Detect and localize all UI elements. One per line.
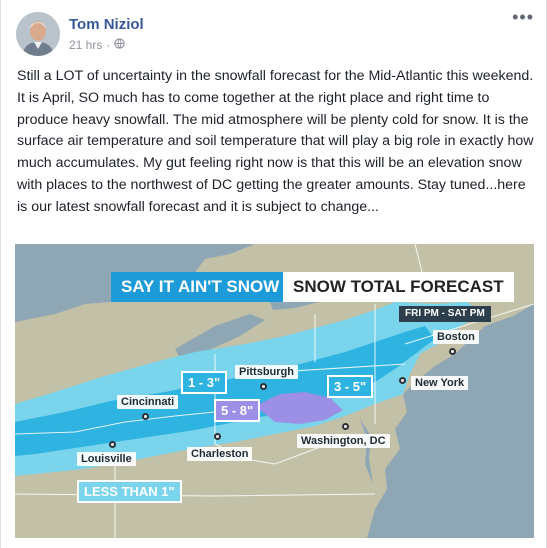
forecast-map-image[interactable]: SAY IT AIN'T SNOW SNOW TOTAL FORECAST FR… <box>15 244 534 538</box>
city-marker-cincinnati <box>142 413 149 420</box>
city-marker-new-york <box>399 377 406 384</box>
city-label-louisville: Louisville <box>77 452 136 466</box>
author-name[interactable]: Tom Niziol <box>69 16 144 33</box>
more-options-icon[interactable]: ••• <box>512 8 534 26</box>
map-time-range: FRI PM - SAT PM <box>399 306 491 322</box>
range-label-1-3: 1 - 3" <box>181 371 228 394</box>
globe-icon <box>114 38 126 52</box>
city-marker-pittsburgh <box>260 383 267 390</box>
city-label-cincinnati: Cincinnati <box>117 395 179 409</box>
meta-separator: · <box>106 38 111 52</box>
city-marker-louisville <box>109 441 116 448</box>
profile-photo <box>16 12 60 56</box>
city-label-washington: Washington, DC <box>297 434 390 448</box>
city-marker-charleston <box>214 433 221 440</box>
city-marker-boston <box>449 348 456 355</box>
city-label-new-york: New York <box>411 376 469 390</box>
city-label-boston: Boston <box>433 330 479 344</box>
city-marker-washington <box>342 423 349 430</box>
range-label-less-than-1: LESS THAN 1" <box>77 480 182 503</box>
map-title-left: SAY IT AIN'T SNOW <box>111 272 290 302</box>
avatar[interactable] <box>16 12 60 56</box>
range-label-3-5: 3 - 5" <box>327 375 374 398</box>
city-label-pittsburgh: Pittsburgh <box>235 365 298 379</box>
facebook-post: Tom Niziol 21 hrs · ••• Still a LOT of u… <box>0 0 547 548</box>
post-text: Still a LOT of uncertainty in the snowfa… <box>17 68 534 215</box>
range-label-5-8: 5 - 8" <box>214 399 261 422</box>
city-label-charleston: Charleston <box>187 447 253 461</box>
map-title-right: SNOW TOTAL FORECAST <box>283 272 514 302</box>
post-meta: 21 hrs · <box>69 38 126 52</box>
post-timestamp[interactable]: 21 hrs <box>69 38 102 52</box>
